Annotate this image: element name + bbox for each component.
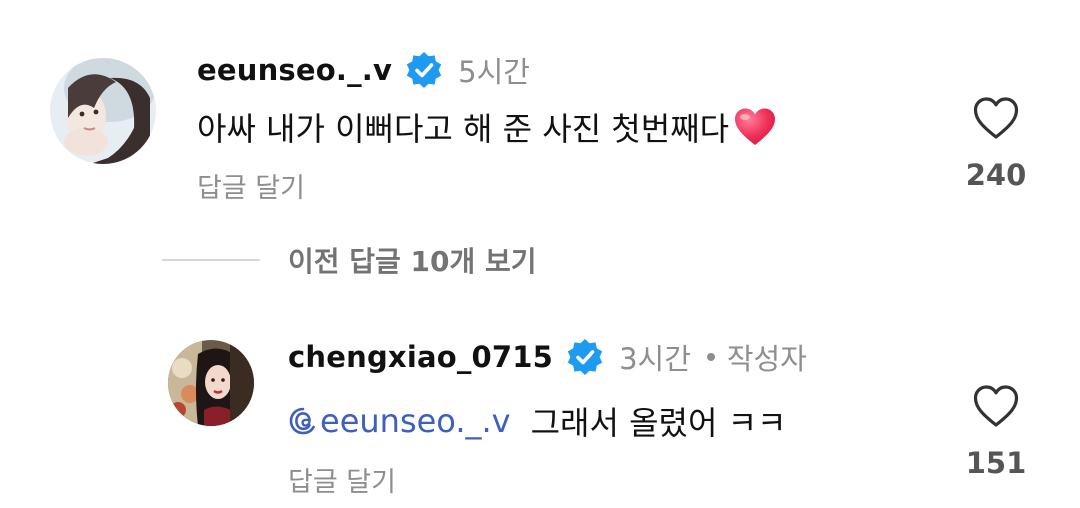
like-count: 151	[965, 446, 1027, 480]
reply-time: 3시간	[619, 342, 691, 376]
comment-body: 아싸 내가 이뻐다고 해 준 사진 첫번째다	[197, 110, 730, 148]
like-count: 240	[965, 158, 1027, 192]
like-button[interactable]	[966, 96, 1026, 140]
username[interactable]: chengxiao_0715	[288, 340, 553, 374]
divider-line	[162, 259, 260, 261]
separator-dot	[706, 353, 715, 361]
heart-outline-icon	[973, 97, 1019, 139]
reply-body: 그래서 올렸어 ㅋㅋ	[530, 404, 787, 442]
avatar-image	[50, 58, 156, 164]
like-button[interactable]	[966, 384, 1026, 428]
comment-time: 5시간	[458, 55, 530, 89]
heart-emoji-icon	[735, 108, 776, 145]
mention-link[interactable]: eeunseo._.v	[288, 402, 511, 440]
reply-header: chengxiao_0715 3시간 작성자	[288, 336, 807, 378]
reply-button[interactable]: 답글 달기	[288, 460, 396, 499]
username[interactable]: eeunseo._.v	[197, 53, 392, 87]
comment-text: 아싸 내가 이뻐다고 해 준 사진 첫번째다	[197, 104, 777, 150]
mention-username: eeunseo._.v	[320, 402, 511, 440]
reply-text: eeunseo._.v 그래서 올렸어 ㅋㅋ	[288, 398, 786, 444]
author-tag: 작성자	[726, 342, 807, 376]
verified-badge-icon	[565, 337, 605, 377]
reply-button[interactable]: 답글 달기	[197, 166, 305, 205]
comment-header: eeunseo._.v 5시간	[197, 49, 530, 91]
avatar-eeunseo[interactable]	[50, 58, 156, 164]
heart-outline-icon	[973, 385, 1019, 427]
avatar-chengxiao[interactable]	[168, 340, 254, 426]
verified-badge-icon	[404, 50, 444, 90]
threads-at-icon	[289, 407, 315, 435]
avatar-image	[168, 340, 254, 426]
view-previous-replies-button[interactable]: 이전 답글 10개 보기	[162, 240, 537, 280]
view-previous-replies-label: 이전 답글 10개 보기	[288, 245, 537, 278]
